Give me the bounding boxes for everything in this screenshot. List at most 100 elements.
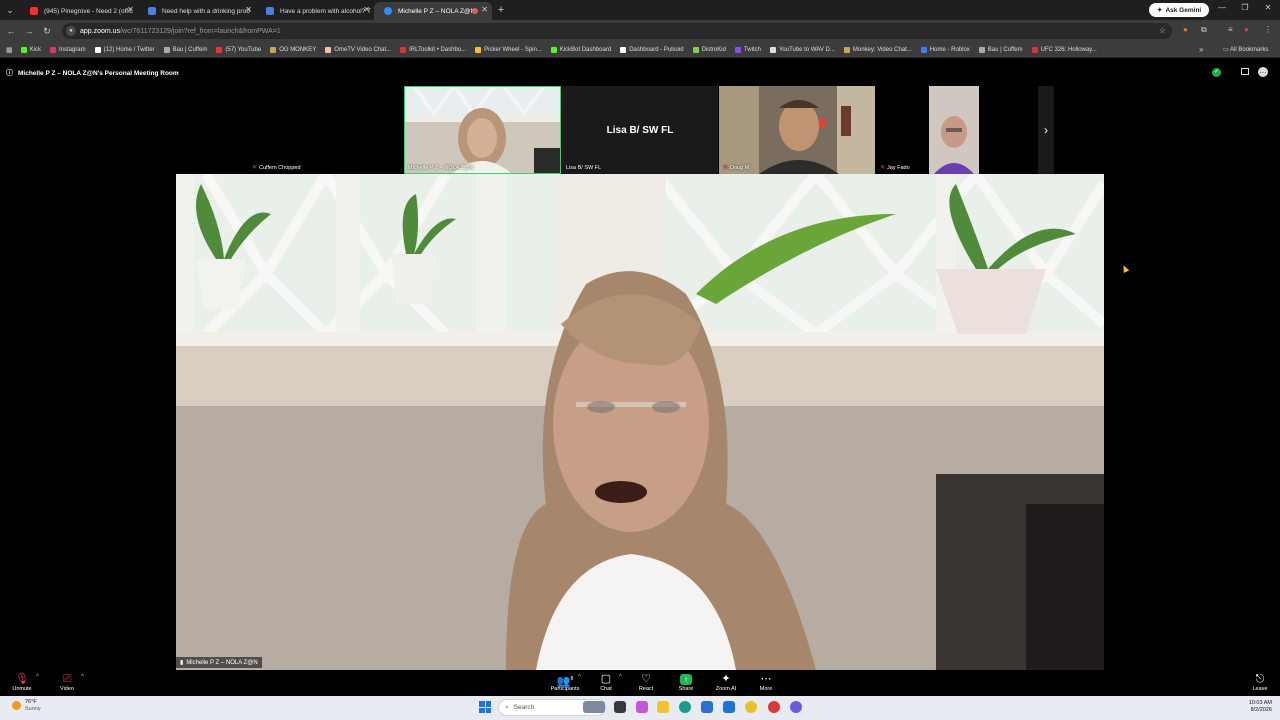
chrome-menu-icon[interactable]: ⋮ xyxy=(1264,25,1272,34)
bookmark-label: Instagram xyxy=(58,46,86,53)
bookmark-label: Dashboard - Pulsoid xyxy=(629,46,684,53)
meeting-info-icon[interactable]: ⓘ xyxy=(6,68,13,78)
browser-tab[interactable]: (945) Pinegrove - Need 2 (offic ✕ xyxy=(20,2,138,20)
participant-name-text: Cuffem Chopped xyxy=(259,164,301,171)
zoom-ai-button[interactable]: ✦ Zoom AI xyxy=(706,672,746,692)
bookmark[interactable]: UFC 326: Holloway... xyxy=(1031,46,1097,53)
store-icon[interactable] xyxy=(701,701,713,713)
chevron-right-icon[interactable]: › xyxy=(1038,86,1054,174)
app-icon[interactable] xyxy=(768,701,780,713)
bookmark[interactable]: Dashboard - Pulsoid xyxy=(620,46,684,53)
close-tab-icon[interactable]: ✕ xyxy=(363,5,370,14)
all-bookmarks-folder[interactable]: ▭ All Bookmarks xyxy=(1223,46,1268,53)
participant-tile[interactable]: ✕ Jay Fado xyxy=(876,86,1032,174)
bookmark[interactable]: Instagram xyxy=(49,46,86,53)
bookmark[interactable]: Picker Wheel - Spin... xyxy=(475,46,542,53)
address-bar[interactable]: ● app.zoom.us /wc/7611723129/join?ref_fr… xyxy=(62,23,1172,39)
close-window-icon[interactable]: ✕ xyxy=(1258,3,1278,12)
bookmark[interactable]: DistroKid xyxy=(692,46,726,53)
ask-gemini-button[interactable]: ✦ Ask Gemini xyxy=(1149,3,1210,17)
participant-tile-active-speaker[interactable]: Michelle P Z – NOLA Z@N xyxy=(404,86,561,174)
participant-video xyxy=(404,86,561,174)
participants-options-icon[interactable]: ^ xyxy=(578,674,581,680)
weather-widget[interactable]: 76°F Sunny xyxy=(12,699,41,713)
react-label: React xyxy=(638,686,654,692)
close-tab-icon[interactable]: ✕ xyxy=(481,5,488,14)
bookmark-label: DistroKid xyxy=(701,46,726,53)
tab-title: (945) Pinegrove - Need 2 (offic xyxy=(44,7,133,15)
bookmark[interactable]: Bau | Cuffem xyxy=(978,46,1023,53)
bookmark[interactable]: OG MONKEY xyxy=(270,46,316,53)
bookmark-label: Kick xyxy=(29,46,41,53)
url-path: /wc/7611723129/join?ref_from=launch&from… xyxy=(120,27,281,35)
media-icon[interactable]: ≡ xyxy=(1228,25,1233,34)
profile-avatar[interactable]: ● xyxy=(1244,25,1249,34)
more-bookmarks-icon[interactable]: » xyxy=(1199,45,1203,54)
view-layout-icon[interactable] xyxy=(1241,68,1249,75)
browser-toolbar: ← → ↻ ● app.zoom.us /wc/7611723129/join?… xyxy=(0,20,1280,42)
youtube-icon xyxy=(30,7,38,15)
main-speaker-name: Michelle P Z – NOLA Z@N xyxy=(186,659,258,666)
participant-tile[interactable]: ✕ Cuffem Chopped xyxy=(248,86,404,174)
browser-tab-active[interactable]: Michelle P Z – NOLA Z@N ✕ xyxy=(374,2,492,20)
bookmark[interactable]: OmeTV Video Chat... xyxy=(325,46,391,53)
bookmark-label: Home - Roblox xyxy=(929,46,970,53)
new-tab-button[interactable]: + xyxy=(492,4,510,16)
share-button[interactable]: ↑ Share xyxy=(666,672,706,692)
bookmark[interactable]: KickBot Dashboard xyxy=(550,46,611,53)
extension-icon[interactable]: ● xyxy=(1183,25,1188,34)
security-shield-icon[interactable]: ✓ xyxy=(1212,68,1221,77)
participant-video xyxy=(876,86,1032,174)
forward-icon[interactable]: → xyxy=(20,26,38,36)
sparkle-icon: ✦ xyxy=(721,673,731,685)
site-info-icon[interactable]: ● xyxy=(66,26,76,36)
extensions-puzzle-icon[interactable]: ⧉ xyxy=(1201,25,1207,35)
edge-icon[interactable] xyxy=(679,701,691,713)
tab-search-icon[interactable]: ⌄ xyxy=(0,0,20,20)
audio-options-icon[interactable]: ^ xyxy=(36,674,39,680)
bookmark[interactable]: Kick xyxy=(20,46,41,53)
weather-temp: 76°F xyxy=(25,699,37,705)
close-tab-icon[interactable]: ✕ xyxy=(245,5,252,14)
apps-grid-icon[interactable]: ▦ xyxy=(6,46,13,54)
bookmark[interactable]: Monkey: Video Chat... xyxy=(843,46,912,53)
tab-title: Need help with a drinking prob xyxy=(162,7,250,15)
discord-icon[interactable] xyxy=(790,701,802,713)
share-screen-icon: ↑ xyxy=(680,674,692,685)
browser-tab-strip: ⌄ (945) Pinegrove - Need 2 (offic ✕ Need… xyxy=(0,0,1280,20)
react-button[interactable]: ♡ React xyxy=(626,672,666,692)
bookmark[interactable]: Twitch xyxy=(734,46,761,53)
bookmark[interactable]: IRLToolkit • Dashbo... xyxy=(400,46,466,53)
file-explorer-icon[interactable] xyxy=(657,701,669,713)
recording-icon xyxy=(472,8,478,14)
bookmark[interactable]: Home - Roblox xyxy=(920,46,970,53)
minimize-icon[interactable]: — xyxy=(1212,3,1232,12)
task-view-icon[interactable] xyxy=(614,701,626,713)
back-icon[interactable]: ← xyxy=(2,26,20,36)
bookmark-star-icon[interactable]: ☆ xyxy=(1159,26,1166,35)
video-options-icon[interactable]: ^ xyxy=(81,674,84,680)
bookmark-label: Twitch xyxy=(743,46,761,53)
bookmark[interactable]: (57) YouTube xyxy=(216,46,261,53)
leave-button[interactable]: ⎋ Leave xyxy=(1240,672,1280,692)
chrome-icon[interactable] xyxy=(745,701,757,713)
bookmark[interactable]: YouTube to WAV D... xyxy=(769,46,835,53)
browser-tab[interactable]: Have a problem with alcohol? T ✕ xyxy=(256,2,374,20)
bookmark[interactable]: Bau | Cuffem xyxy=(163,46,207,53)
participants-icon: 👥8 xyxy=(556,675,574,688)
mail-icon[interactable] xyxy=(723,701,735,713)
system-clock[interactable]: 10:03 AM 8/2/2026 xyxy=(1238,700,1272,714)
browser-tab[interactable]: Need help with a drinking prob ✕ xyxy=(138,2,256,20)
close-tab-icon[interactable]: ✕ xyxy=(127,5,134,14)
bookmark[interactable]: (12) Home / Twitter xyxy=(94,46,155,53)
participant-tile[interactable]: Lisa B/ SW FL Lisa B/ SW FL xyxy=(562,86,718,174)
copilot-icon[interactable] xyxy=(636,701,648,713)
windows-start-icon[interactable] xyxy=(479,701,491,713)
meeting-more-icon[interactable]: … xyxy=(1258,67,1268,77)
participant-name: ✕ Doug M xyxy=(723,164,749,172)
reload-icon[interactable]: ↻ xyxy=(38,26,56,37)
chat-options-icon[interactable]: ^ xyxy=(619,674,622,680)
participant-tile[interactable]: ✕ Doug M xyxy=(719,86,875,174)
more-button[interactable]: ⋯ More xyxy=(746,672,786,692)
restore-icon[interactable]: ❐ xyxy=(1235,3,1255,12)
